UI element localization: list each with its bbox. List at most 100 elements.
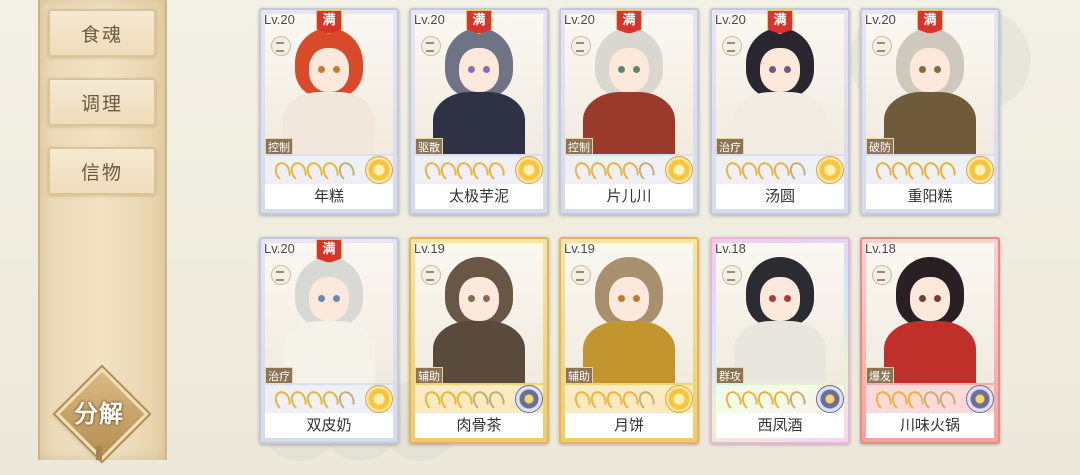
portrait-body (583, 92, 675, 154)
flower-icon (816, 156, 844, 184)
character-portrait: 控制 (265, 14, 393, 154)
star-icon (604, 159, 625, 183)
character-name: 川味火锅 (866, 413, 994, 438)
star-icon (572, 388, 593, 412)
character-portrait: 治疗 (265, 243, 393, 383)
star-icon (288, 388, 309, 412)
portrait-eye (483, 295, 490, 302)
book-icon (271, 265, 291, 285)
portrait-eye (769, 66, 776, 73)
flower-icon (515, 156, 543, 184)
food-soul-card[interactable]: 驱散 Lv.20 满 太极芋泥 (409, 8, 549, 215)
character-portrait: 破防 (866, 14, 994, 154)
flower-icon (966, 156, 994, 184)
level-label: Lv.20 (414, 12, 445, 27)
star-icon (320, 159, 341, 183)
character-name: 重阳糕 (866, 184, 994, 209)
food-soul-card[interactable]: 群攻 Lv.18 西凤酒 (710, 237, 850, 444)
character-name: 双皮奶 (265, 413, 393, 438)
food-soul-card[interactable]: 治疗 Lv.20 满 汤圆 (710, 8, 850, 215)
food-soul-card[interactable]: 辅助 Lv.19 月饼 (559, 237, 699, 444)
book-icon (421, 36, 441, 56)
star-icon (636, 159, 657, 183)
star-icon (422, 388, 443, 412)
role-tag: 驱散 (415, 138, 443, 154)
star-icon (905, 388, 926, 412)
flower-icon (966, 385, 994, 413)
star-icon (771, 159, 792, 183)
food-soul-card[interactable]: 控制 Lv.20 满 年糕 (259, 8, 399, 215)
star-icon (937, 159, 958, 183)
flower-icon (665, 156, 693, 184)
character-portrait: 群攻 (716, 243, 844, 383)
max-level-badge: 满 (917, 10, 943, 34)
star-icon (470, 388, 491, 412)
flower-icon (365, 385, 393, 413)
flower-icon (515, 385, 543, 413)
max-level-badge: 满 (616, 10, 642, 34)
book-icon (722, 36, 742, 56)
role-tag: 辅助 (415, 367, 443, 383)
food-soul-card[interactable]: 治疗 Lv.20 满 双皮奶 (259, 237, 399, 444)
star-icon (739, 159, 760, 183)
level-label: Lv.18 (715, 241, 746, 256)
portrait-face (309, 48, 349, 92)
star-icon (771, 388, 792, 412)
level-label: Lv.20 (264, 241, 295, 256)
star-icon (873, 388, 894, 412)
role-tag: 群攻 (716, 367, 744, 383)
portrait-eye (934, 66, 941, 73)
portrait-eye (784, 66, 791, 73)
star-icon (787, 388, 808, 412)
portrait-eye (483, 66, 490, 73)
star-icon (486, 388, 507, 412)
portrait-eye (919, 295, 926, 302)
portrait-body (884, 321, 976, 383)
character-portrait: 辅助 (565, 243, 693, 383)
star-icon (470, 159, 491, 183)
character-name: 汤圆 (716, 184, 844, 209)
flower-icon (816, 385, 844, 413)
portrait-eye (468, 295, 475, 302)
character-portrait: 治疗 (716, 14, 844, 154)
tab-food-souls[interactable]: 食魂 (48, 9, 156, 57)
food-soul-card[interactable]: 破防 Lv.20 满 重阳糕 (860, 8, 1000, 215)
role-tag: 控制 (265, 138, 293, 154)
star-icon (905, 159, 926, 183)
food-soul-card[interactable]: 爆发 Lv.18 川味火锅 (860, 237, 1000, 444)
character-name: 西凤酒 (716, 413, 844, 438)
level-label: Lv.19 (414, 241, 445, 256)
food-soul-card[interactable]: 控制 Lv.20 满 片儿川 (559, 8, 699, 215)
decompose-label: 分解 (74, 399, 124, 428)
food-soul-card[interactable]: 辅助 Lv.19 肉骨茶 (409, 237, 549, 444)
tab-tokens[interactable]: 信物 (48, 147, 156, 195)
star-icon (889, 159, 910, 183)
role-tag: 辅助 (565, 367, 593, 383)
level-label: Lv.20 (865, 12, 896, 27)
portrait-face (760, 277, 800, 321)
level-label: Lv.20 (264, 12, 295, 27)
portrait-face (760, 48, 800, 92)
tab-conditioning[interactable]: 调理 (48, 78, 156, 126)
portrait-body (734, 92, 826, 154)
star-icon (454, 159, 475, 183)
star-icon (723, 159, 744, 183)
decompose-button[interactable]: 分解 (55, 367, 149, 461)
level-label: Lv.18 (865, 241, 896, 256)
portrait-eye (633, 295, 640, 302)
character-name: 月饼 (565, 413, 693, 438)
portrait-eye (633, 66, 640, 73)
book-icon (872, 265, 892, 285)
portrait-body (734, 321, 826, 383)
portrait-eye (618, 66, 625, 73)
star-icon (889, 388, 910, 412)
max-level-badge: 满 (767, 10, 793, 34)
character-portrait: 驱散 (415, 14, 543, 154)
flower-icon (665, 385, 693, 413)
character-portrait: 爆发 (866, 243, 994, 383)
star-icon (572, 159, 593, 183)
star-icon (272, 388, 293, 412)
portrait-eye (468, 66, 475, 73)
character-name: 太极芋泥 (415, 184, 543, 209)
portrait-face (309, 277, 349, 321)
